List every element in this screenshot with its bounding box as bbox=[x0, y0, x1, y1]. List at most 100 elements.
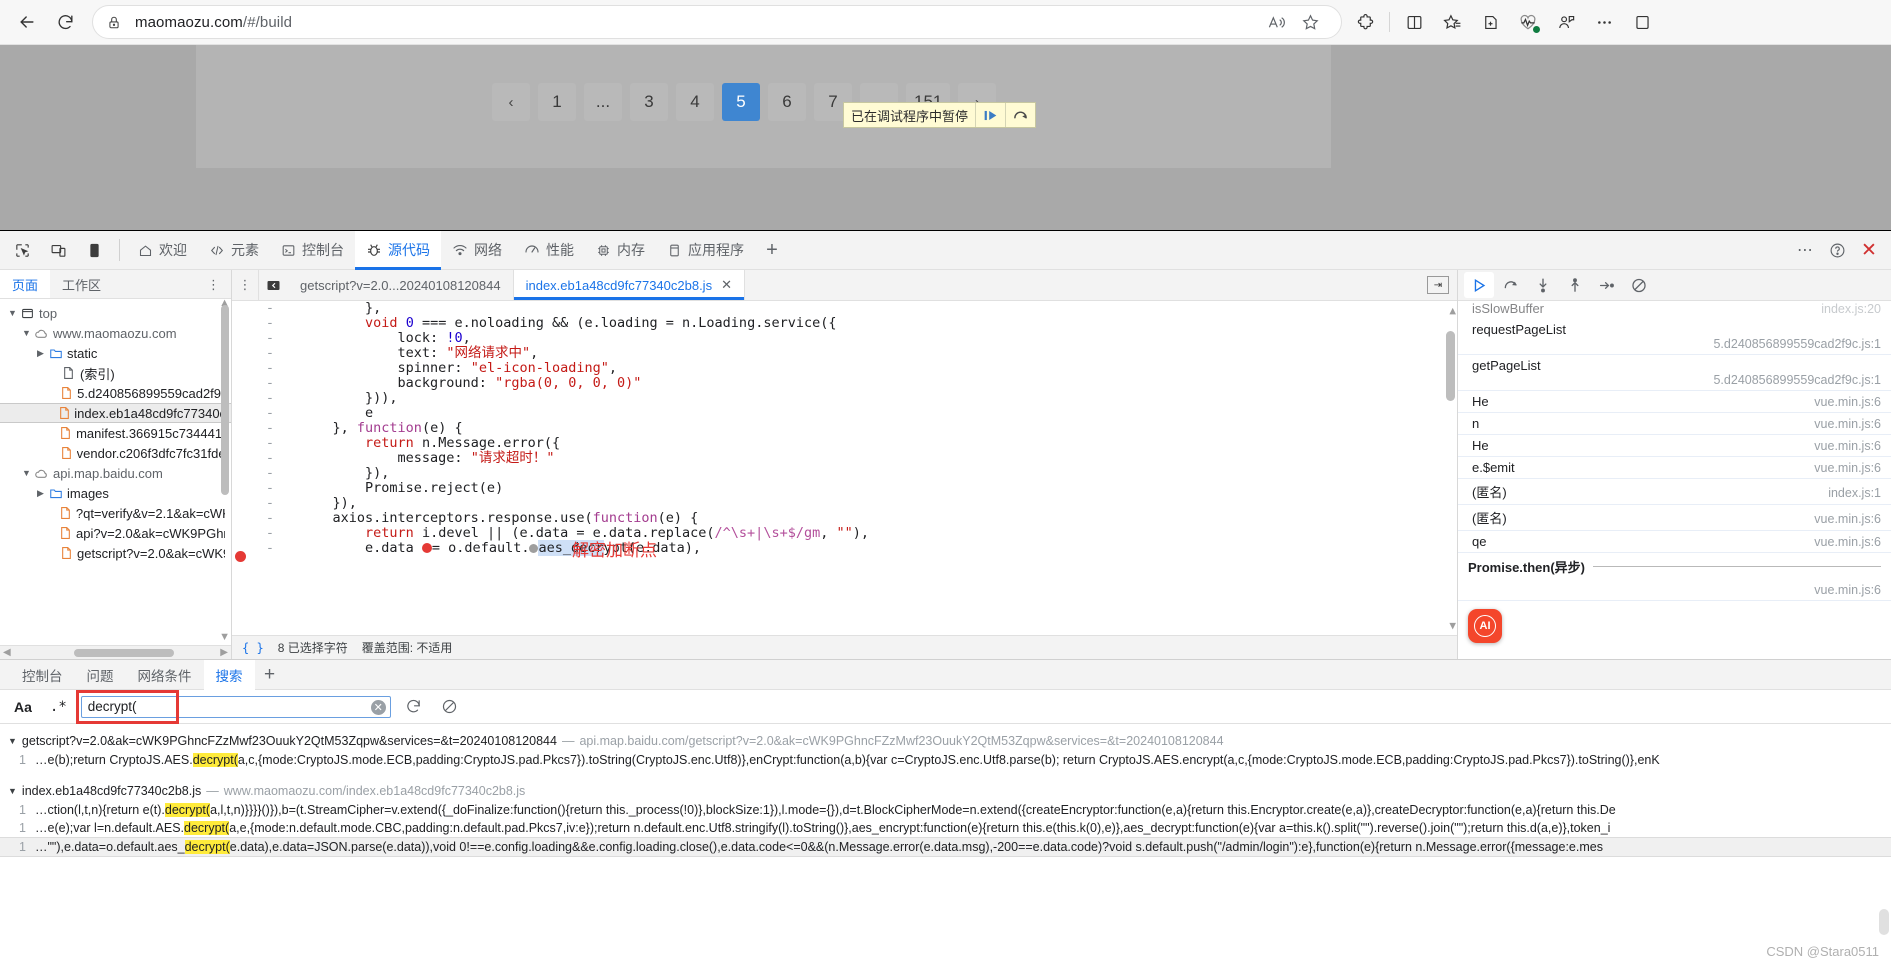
pagination-page-3[interactable]: 3 bbox=[630, 83, 668, 121]
add-tab-icon[interactable] bbox=[1471, 5, 1509, 39]
call-stack-row[interactable]: e.$emit vue.min.js:6 bbox=[1458, 457, 1891, 479]
editor-tab-index[interactable]: index.eb1a48cd9fc77340c2b8.js ✕ bbox=[513, 270, 745, 300]
back-arrow-icon[interactable] bbox=[8, 5, 46, 39]
scroll-down-arrow-icon[interactable]: ▼ bbox=[1449, 618, 1456, 633]
resume-button[interactable] bbox=[1464, 272, 1494, 298]
call-stack-row[interactable]: vue.min.js:6 bbox=[1458, 580, 1891, 601]
settings-more-icon[interactable] bbox=[1585, 5, 1623, 39]
step-into-button[interactable] bbox=[1528, 272, 1558, 298]
drawer-tab-console[interactable]: 控制台 bbox=[10, 660, 75, 690]
scrollbar-thumb[interactable] bbox=[73, 648, 174, 657]
code-editor[interactable]: - }, - void 0 === e.noloading && (e.load… bbox=[232, 301, 1457, 635]
tab-sources[interactable]: 源代码 bbox=[355, 230, 441, 270]
drawer-scrollbar[interactable] bbox=[1879, 909, 1889, 935]
devtools-more-icon[interactable]: ⋯ bbox=[1789, 234, 1821, 266]
regex-toggle[interactable]: .* bbox=[46, 699, 71, 715]
scroll-down-arrow-icon[interactable]: ▼ bbox=[219, 631, 230, 643]
scroll-up-arrow-icon[interactable]: ▲ bbox=[1449, 303, 1456, 318]
call-stack-row[interactable]: (匿名) index.js:1 bbox=[1458, 479, 1891, 505]
search-result-line[interactable]: 1 …e(e);var l=n.default.AES.decrypt(a,e,… bbox=[0, 819, 1891, 837]
search-input[interactable] bbox=[80, 695, 391, 718]
tree-item-index-doc[interactable]: (索引) bbox=[0, 363, 231, 383]
scroll-left-arrow-icon[interactable]: ◀ bbox=[0, 647, 14, 658]
tree-item-qtverify[interactable]: ?qt=verify&v=2.1&ak=cWK9... bbox=[0, 503, 231, 523]
tree-item-getscript[interactable]: getscript?v=2.0&ak=cWK9... bbox=[0, 543, 231, 563]
read-aloud-icon[interactable] bbox=[1259, 7, 1293, 37]
tab-memory[interactable]: 内存 bbox=[585, 231, 656, 270]
inspect-element-icon[interactable] bbox=[4, 233, 40, 267]
resume-script-icon[interactable] bbox=[975, 103, 1005, 127]
scroll-right-arrow-icon[interactable]: ▶ bbox=[217, 647, 231, 658]
browser-essentials-icon[interactable] bbox=[1509, 5, 1547, 39]
twisty-icon[interactable]: ▶ bbox=[34, 488, 47, 499]
tree-item-top[interactable]: ▼ top bbox=[0, 303, 231, 323]
step-button[interactable] bbox=[1592, 272, 1622, 298]
drawer-tab-search[interactable]: 搜索 bbox=[203, 659, 255, 690]
breakpoint-icon[interactable] bbox=[235, 550, 246, 562]
address-bar[interactable]: maomaozu.com/#/build bbox=[92, 5, 1342, 39]
search-result-line[interactable]: 1 …e(b);return CryptoJS.AES.decrypt(a,c,… bbox=[0, 751, 1891, 769]
pagination-page-4[interactable]: 4 bbox=[676, 83, 714, 121]
close-devtools-icon[interactable]: ✕ bbox=[1853, 234, 1885, 266]
call-stack-row[interactable]: He vue.min.js:6 bbox=[1458, 435, 1891, 457]
jump-to-previous-icon[interactable] bbox=[258, 270, 288, 300]
pagination-ellipsis-left[interactable]: ... bbox=[584, 83, 622, 121]
editor-tab-getscript[interactable]: getscript?v=2.0...20240108120844 bbox=[288, 270, 514, 300]
twisty-icon[interactable]: ▼ bbox=[20, 468, 33, 478]
call-stack-row[interactable]: (匿名) vue.min.js:6 bbox=[1458, 505, 1891, 531]
search-result-line[interactable]: 1 …ction(l,t,n){return e(t).decrypt(a,l,… bbox=[0, 801, 1891, 819]
pretty-print-icon[interactable]: { } bbox=[242, 641, 264, 655]
open-in-new-pane-icon[interactable]: ⇥ bbox=[1427, 276, 1449, 294]
drawer-add-tool-button[interactable]: + bbox=[255, 660, 285, 690]
navigator-more-icon[interactable]: ⋮ bbox=[201, 270, 227, 299]
tree-item-api[interactable]: api?v=2.0&ak=cWK9PGhnc... bbox=[0, 523, 231, 543]
call-stack-row[interactable]: He vue.min.js:6 bbox=[1458, 391, 1891, 413]
refresh-search-icon[interactable] bbox=[401, 694, 427, 720]
call-stack-row[interactable]: isSlowBuffer index.js:20 bbox=[1458, 301, 1891, 319]
help-icon[interactable] bbox=[1821, 234, 1853, 266]
twisty-icon[interactable]: ▼ bbox=[20, 328, 33, 338]
call-stack-row[interactable]: qe vue.min.js:6 bbox=[1458, 531, 1891, 553]
tree-item-maomaozu[interactable]: ▼ www.maomaozu.com bbox=[0, 323, 231, 343]
search-result-file-header[interactable]: ▼ index.eb1a48cd9fc77340c2b8.js — www.ma… bbox=[0, 781, 1891, 801]
search-result-line[interactable]: 1 …""),e.data=o.default.aes_decrypt(e.da… bbox=[0, 837, 1891, 857]
call-stack-row[interactable]: requestPageList 5.d240856899559cad2f9c.j… bbox=[1458, 319, 1891, 355]
add-panel-button[interactable]: + bbox=[755, 233, 789, 267]
navigator-tab-workspace[interactable]: 工作区 bbox=[50, 270, 113, 298]
tab-welcome[interactable]: 欢迎 bbox=[127, 231, 198, 270]
dock-side-icon[interactable] bbox=[76, 233, 112, 267]
tree-item-5d240[interactable]: 5.d240856899559cad2f9c.js bbox=[0, 383, 231, 403]
device-toolbar-icon[interactable] bbox=[40, 233, 76, 267]
search-result-file-header[interactable]: ▼ getscript?v=2.0&ak=cWK9PGhncFZzMwf23Ou… bbox=[0, 731, 1891, 751]
pagination-page-5[interactable]: 5 bbox=[722, 83, 760, 121]
twisty-icon[interactable]: ▼ bbox=[6, 308, 19, 318]
split-screen-icon[interactable] bbox=[1395, 5, 1433, 39]
pagination-page-6[interactable]: 6 bbox=[768, 83, 806, 121]
collections-icon[interactable] bbox=[1433, 5, 1471, 39]
match-case-toggle[interactable]: Aa bbox=[10, 699, 36, 715]
tab-elements[interactable]: 元素 bbox=[198, 231, 270, 270]
step-over-button[interactable] bbox=[1496, 272, 1526, 298]
tab-application[interactable]: 应用程序 bbox=[656, 231, 755, 270]
close-icon[interactable]: ✕ bbox=[721, 277, 732, 293]
navigator-tab-page[interactable]: 页面 bbox=[0, 270, 51, 298]
clear-input-icon[interactable]: ✕ bbox=[370, 699, 386, 715]
drawer-tab-network-conditions[interactable]: 网络条件 bbox=[126, 660, 204, 690]
tree-item-static[interactable]: ▶ static bbox=[0, 343, 231, 363]
navigator-vertical-scrollbar[interactable] bbox=[221, 305, 229, 495]
reload-icon[interactable] bbox=[46, 5, 84, 39]
tree-item-manifest[interactable]: manifest.366915c73444170... bbox=[0, 423, 231, 443]
call-stack-row[interactable]: n vue.min.js:6 bbox=[1458, 413, 1891, 435]
tab-performance[interactable]: 性能 bbox=[513, 231, 585, 270]
profile-icon[interactable] bbox=[1547, 5, 1585, 39]
twisty-icon[interactable]: ▶ bbox=[34, 348, 47, 359]
ai-assistant-icon[interactable]: AI bbox=[1468, 609, 1502, 643]
tree-item-index-js[interactable]: index.eb1a48cd9fc77340c2b8.js bbox=[0, 403, 231, 423]
step-over-icon[interactable] bbox=[1005, 103, 1035, 127]
navigator-horizontal-scrollbar[interactable]: ◀ ▶ bbox=[0, 645, 231, 659]
cancel-search-icon[interactable] bbox=[437, 694, 463, 720]
twisty-icon[interactable]: ▼ bbox=[8, 786, 17, 796]
step-out-button[interactable] bbox=[1560, 272, 1590, 298]
editor-vertical-scrollbar[interactable] bbox=[1446, 331, 1455, 401]
editor-more-icon[interactable]: ⋮ bbox=[232, 270, 258, 300]
